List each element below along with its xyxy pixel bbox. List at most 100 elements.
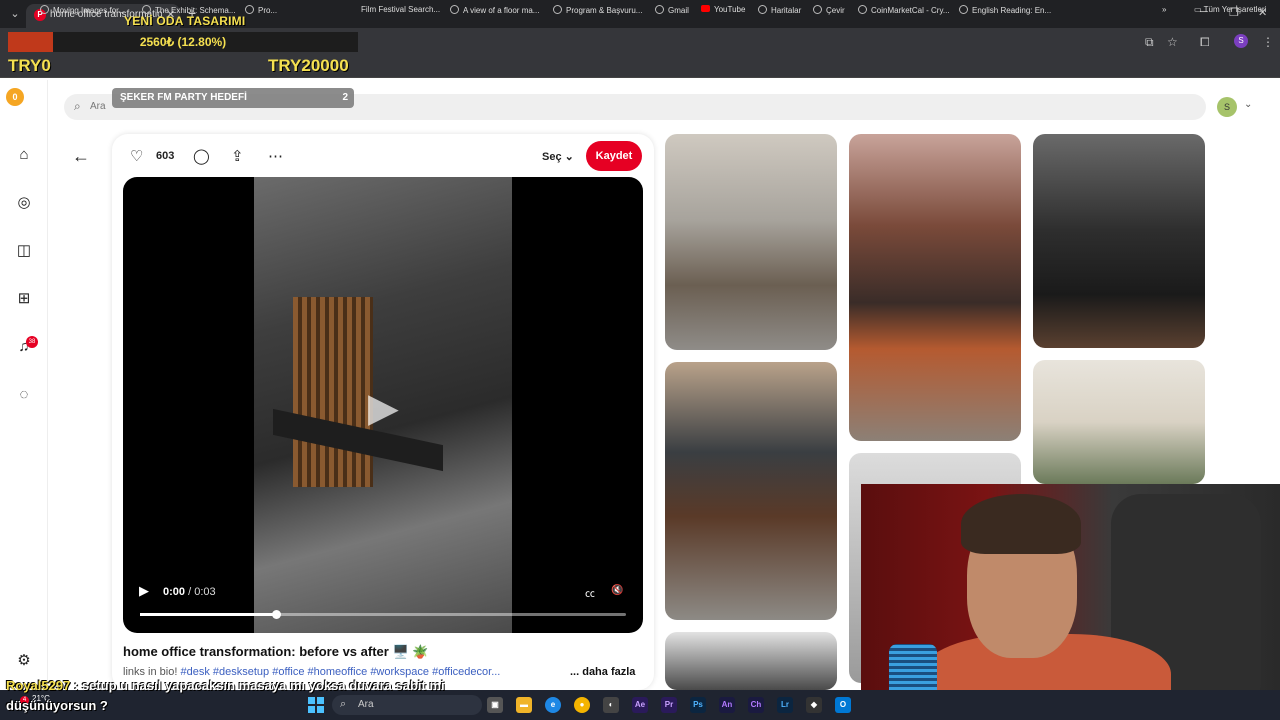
- bookmark-label: Film Festival Search...: [361, 5, 441, 14]
- app-icon[interactable]: ◐: [603, 697, 619, 713]
- search-icon: ⌕: [74, 99, 81, 113]
- bookmark-label: English Reading: En...: [972, 6, 1052, 15]
- bookmark-item[interactable]: Çevir: [813, 5, 845, 15]
- explore-icon[interactable]: ◎: [15, 194, 33, 212]
- outlook-icon[interactable]: O: [835, 697, 851, 713]
- related-pin-image[interactable]: [665, 362, 837, 620]
- party-goal-count: 2: [342, 92, 348, 103]
- time-current: 0:00: [163, 586, 186, 598]
- cast-icon[interactable]: ⧉: [1145, 35, 1154, 50]
- create-icon[interactable]: ⊞: [15, 290, 33, 308]
- globe-icon: [142, 5, 151, 14]
- related-pin-image[interactable]: [849, 134, 1021, 441]
- bookmark-label: CoinMarketCal - Cry...: [871, 6, 950, 15]
- account-chevron-down-icon[interactable]: ⌄: [1244, 99, 1252, 110]
- more-options-icon[interactable]: ⋯: [268, 147, 283, 165]
- search-placeholder: Ara: [90, 101, 106, 112]
- comment-icon[interactable]: ◯: [193, 147, 210, 165]
- globe-icon: [858, 5, 867, 14]
- photoshop-icon[interactable]: Ps: [690, 697, 706, 713]
- donation-progress-bar: 2560₺ (12.80%): [8, 32, 358, 52]
- pin-video-player[interactable]: ▶ ▶ 0:00 / 0:03 ㏄ 🔇: [123, 177, 643, 633]
- related-pin-image[interactable]: [1033, 360, 1205, 484]
- character-animator-icon[interactable]: Ch: [748, 697, 764, 713]
- stream-chat-message: Royal5297 : setup u nasıl yapacaksın mas…: [6, 676, 506, 716]
- bookmark-item[interactable]: Haritalar: [758, 5, 801, 15]
- notification-badge: 38: [26, 336, 38, 348]
- related-pin-image[interactable]: [665, 134, 837, 350]
- pinterest-sidebar: ⌂ ◎ ◫ ⊞ ♫ ◌ ⚙: [0, 80, 48, 690]
- video-scrubber-handle[interactable]: [272, 610, 282, 619]
- pin-title: home office transformation: before vs af…: [123, 644, 429, 659]
- bookmark-label: Moving Images for...: [53, 6, 126, 15]
- video-time: 0:00 / 0:03: [163, 586, 216, 598]
- messages-icon[interactable]: ◌: [15, 386, 33, 404]
- bookmarks-bar: [0, 56, 1280, 78]
- back-arrow-icon[interactable]: ←: [72, 146, 90, 167]
- bookmark-star-icon[interactable]: ☆: [1167, 35, 1178, 49]
- animate-icon[interactable]: An: [719, 697, 735, 713]
- donation-progress-text: 2560₺ (12.80%): [139, 35, 227, 49]
- gmail-icon: [655, 5, 664, 14]
- premiere-icon[interactable]: Pr: [661, 697, 677, 713]
- globe-icon: [553, 5, 562, 14]
- all-bookmarks-label: Tüm Yer İşaretleri: [1203, 5, 1267, 14]
- party-goal-label: ŞEKER FM PARTY HEDEFİ: [120, 92, 247, 103]
- chat-username: Royal5297: [6, 678, 71, 693]
- bookmark-item[interactable]: Moving Images for...: [40, 5, 125, 15]
- all-bookmarks[interactable]: ▭ Tüm Yer İşaretleri: [1194, 5, 1266, 14]
- stream-overlay-title: YENİ ODA TASARIMI: [124, 14, 246, 28]
- overlay-counter-badge: 0: [6, 88, 24, 106]
- bookmark-item[interactable]: Film Festival Search...: [361, 5, 440, 14]
- lightroom-icon[interactable]: Lr: [777, 697, 793, 713]
- bookmark-item[interactable]: Pro...: [245, 5, 277, 15]
- video-progress-bar[interactable]: [140, 610, 626, 619]
- file-explorer-icon[interactable]: ▬: [516, 697, 532, 713]
- board-select-label: Seç: [542, 151, 562, 163]
- chevron-down-icon: ⌄: [564, 151, 574, 163]
- save-button[interactable]: Kaydet: [586, 141, 642, 171]
- play-icon[interactable]: ▶: [139, 583, 149, 599]
- show-more-link[interactable]: ... daha fazla: [570, 666, 635, 678]
- bookmarks-overflow-icon[interactable]: »: [1162, 5, 1166, 14]
- bookmark-label: The Exhibit: Schema...: [155, 6, 236, 15]
- bookmark-item[interactable]: YouTube: [701, 5, 745, 14]
- chat-text: : setup u nasıl yapacaksın masaya mı yok…: [6, 678, 445, 713]
- bookmark-item[interactable]: CoinMarketCal - Cry...: [858, 5, 950, 15]
- play-overlay-icon[interactable]: ▶: [368, 385, 399, 431]
- overlay-try-left: TRY0: [8, 56, 51, 75]
- home-icon[interactable]: ⌂: [15, 146, 33, 164]
- youtube-icon: [701, 5, 710, 12]
- browser-menu-icon[interactable]: ⋮: [1262, 35, 1274, 49]
- board-select-dropdown[interactable]: Seç ⌄: [542, 150, 574, 163]
- bookmark-label: Pro...: [258, 6, 278, 15]
- globe-icon: [450, 5, 459, 14]
- bookmark-item[interactable]: English Reading: En...: [959, 5, 1051, 15]
- globe-icon: [959, 5, 968, 14]
- extensions-icon[interactable]: ⧠: [1200, 35, 1210, 50]
- party-goal-overlay: ŞEKER FM PARTY HEDEFİ 2: [112, 88, 354, 108]
- related-pin-image[interactable]: [1033, 134, 1205, 348]
- browser-profile-avatar[interactable]: S: [1234, 34, 1248, 48]
- maps-icon: [758, 5, 767, 14]
- tab-search-chevron-icon[interactable]: ⌄: [6, 5, 24, 23]
- heart-icon[interactable]: ♡: [130, 147, 143, 165]
- settings-icon[interactable]: ⚙: [15, 652, 33, 670]
- share-icon[interactable]: ⇪: [231, 147, 244, 165]
- mute-icon[interactable]: 🔇: [611, 585, 623, 596]
- user-avatar[interactable]: S: [1217, 97, 1237, 117]
- bookmark-item[interactable]: The Exhibit: Schema...: [142, 5, 235, 15]
- globe-icon: [245, 5, 254, 14]
- bookmark-item[interactable]: Program & Başvuru...: [553, 5, 642, 15]
- chrome-icon[interactable]: ●: [574, 697, 590, 713]
- app-icon[interactable]: ◆: [806, 697, 822, 713]
- captions-icon[interactable]: ㏄: [585, 585, 595, 600]
- boards-icon[interactable]: ◫: [15, 242, 33, 260]
- bookmark-item[interactable]: A view of a floor ma...: [450, 5, 539, 15]
- bookmark-label: A view of a floor ma...: [463, 6, 540, 15]
- related-pin-image[interactable]: [665, 632, 837, 690]
- after-effects-icon[interactable]: Ae: [632, 697, 648, 713]
- bookmark-item[interactable]: Gmail: [655, 5, 689, 15]
- streamer-hair: [961, 494, 1081, 554]
- edge-icon[interactable]: e: [545, 697, 561, 713]
